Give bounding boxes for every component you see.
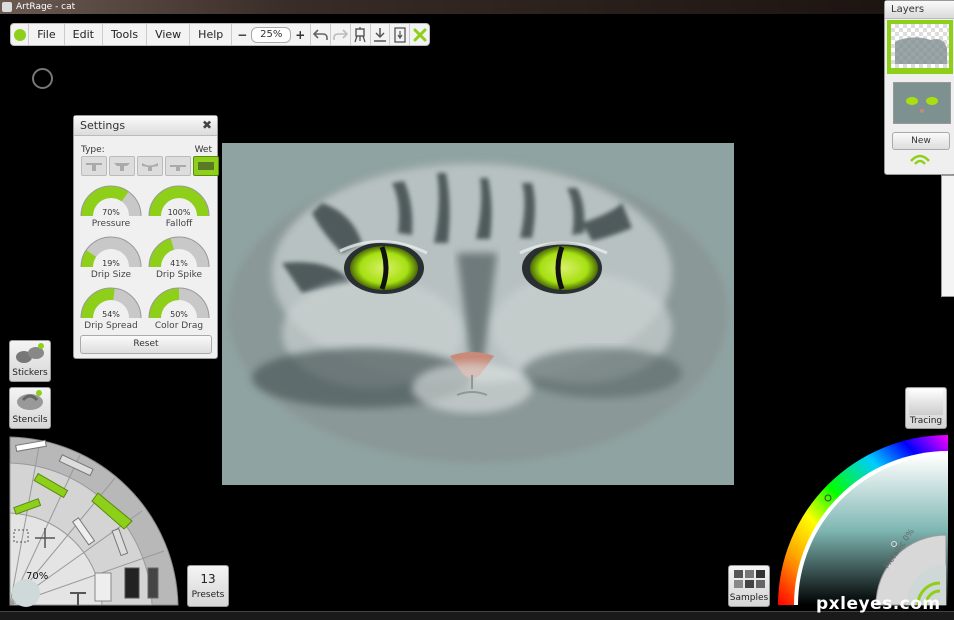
artrage-logo-icon[interactable] (11, 24, 30, 45)
drip-spread-dial[interactable]: Drip Spread 54% (80, 286, 142, 331)
drip-size-dial[interactable]: Drip Size 19% (80, 235, 142, 280)
type-tile-3[interactable] (137, 156, 163, 176)
reference-button[interactable] (390, 24, 411, 45)
app-icon (2, 2, 12, 12)
samples-button[interactable]: Samples (728, 565, 770, 607)
expand-arrows-icon (413, 28, 427, 41)
easel-icon (354, 26, 366, 42)
brush-cursor (32, 68, 53, 89)
presets-label: Presets (191, 590, 225, 600)
nib-icon (170, 165, 186, 171)
stencils-label: Stencils (12, 415, 48, 425)
export-button[interactable] (371, 24, 391, 45)
pressure-dial[interactable]: Pressure 70% (80, 184, 142, 229)
zoom-out-button[interactable]: − (236, 28, 248, 42)
menu-file[interactable]: File (29, 24, 65, 45)
painting-canvas[interactable] (222, 143, 734, 485)
tool-picker-wheel[interactable]: 70% (0, 433, 180, 609)
type-label: Type: (81, 145, 105, 155)
window-title: ArtRage - cat (16, 2, 76, 12)
wet-nib-icon (198, 162, 214, 170)
menu-view[interactable]: View (147, 24, 191, 45)
menu-tools[interactable]: Tools (103, 24, 148, 45)
menu-edit[interactable]: Edit (65, 24, 103, 45)
type-tile-1[interactable] (81, 156, 107, 176)
stickers-button[interactable]: Stickers (9, 340, 51, 382)
signal-icon (910, 154, 930, 165)
drip-spread-label: Drip Spread (84, 321, 138, 331)
window-titlebar: ArtRage - cat (0, 0, 954, 14)
nib-icon (86, 163, 102, 171)
drip-spread-value: 54% (102, 310, 120, 319)
color-drag-dial[interactable]: Color Drag 50% (148, 286, 210, 331)
stickers-icon (16, 343, 44, 363)
close-icon[interactable]: ✖ (202, 116, 212, 135)
type-value: Wet (194, 145, 212, 155)
drip-size-value: 19% (102, 259, 120, 268)
download-icon (374, 27, 387, 42)
hide-toolbars-button[interactable] (410, 24, 429, 45)
layer-1-selected[interactable] (887, 20, 953, 74)
pressure-label: Pressure (91, 219, 131, 229)
settings-header[interactable]: Settings ✖ (74, 116, 217, 136)
menu-help[interactable]: Help (190, 24, 233, 45)
stickers-label: Stickers (12, 368, 48, 378)
tracing-button[interactable]: Tracing (905, 387, 947, 429)
color-drag-label: Color Drag (154, 321, 204, 331)
samples-label: Samples (729, 593, 769, 603)
type-tile-wet[interactable] (193, 156, 219, 176)
cat-painting (222, 143, 734, 485)
presets-button[interactable]: 13 Presets (187, 565, 229, 607)
layer-options-icon[interactable] (885, 153, 954, 173)
tool-size-value[interactable]: 70% (26, 571, 48, 582)
menu-toolbar: File Edit Tools View Help − 25% + (10, 23, 430, 46)
zoom-value[interactable]: 25% (251, 26, 292, 43)
drip-size-label: Drip Size (90, 270, 132, 280)
layers-title: Layers (885, 1, 954, 19)
watermark: pxleyes.com (816, 594, 941, 614)
stencils-button[interactable]: Stencils (9, 387, 51, 429)
drip-spike-value: 41% (170, 259, 188, 268)
layer-2[interactable] (893, 82, 951, 124)
type-tiles (81, 156, 219, 176)
drip-spike-label: Drip Spike (155, 270, 203, 280)
type-row: Type: Wet (81, 145, 212, 155)
reference-icon (394, 26, 406, 43)
layer-1-thumbnail (891, 24, 949, 68)
new-layer-button[interactable]: New (892, 132, 950, 150)
nib-icon (114, 163, 130, 171)
color-wheel-icon (778, 435, 948, 606)
undo-button[interactable] (311, 24, 332, 45)
layers-panel: Layers New (884, 0, 954, 175)
redo-button[interactable] (331, 24, 351, 45)
stencils-icon (17, 390, 43, 410)
presets-count: 13 (200, 572, 216, 586)
type-tile-2[interactable] (109, 156, 135, 176)
canvas-position-button[interactable] (351, 24, 371, 45)
samples-icon (734, 570, 765, 588)
nib-icon (142, 163, 158, 171)
tool-wheel-icon (9, 436, 179, 607)
tracing-label: Tracing (909, 416, 943, 426)
zoom-control: − 25% + (232, 24, 312, 45)
settings-panel: Settings ✖ Type: Wet Pressure 70% Fallof… (73, 115, 219, 359)
falloff-value: 100% (167, 208, 191, 217)
undo-icon (312, 28, 328, 40)
reset-button[interactable]: Reset (80, 335, 212, 354)
color-picker[interactable]: Metallic 0% (776, 433, 954, 609)
drip-spike-dial[interactable]: Drip Spike 41% (148, 235, 210, 280)
falloff-label: Falloff (165, 219, 193, 229)
type-tile-4[interactable] (165, 156, 191, 176)
zoom-in-button[interactable]: + (294, 28, 306, 42)
side-panel-edge (941, 175, 954, 297)
settings-title: Settings (80, 119, 126, 132)
falloff-dial[interactable]: Falloff 100% (148, 184, 210, 229)
color-drag-value: 50% (170, 310, 188, 319)
tracing-icon (909, 389, 943, 415)
layer-2-thumbnail (894, 83, 950, 123)
redo-icon (333, 28, 349, 40)
layer-1-preview (895, 37, 947, 64)
pressure-value: 70% (102, 208, 120, 217)
